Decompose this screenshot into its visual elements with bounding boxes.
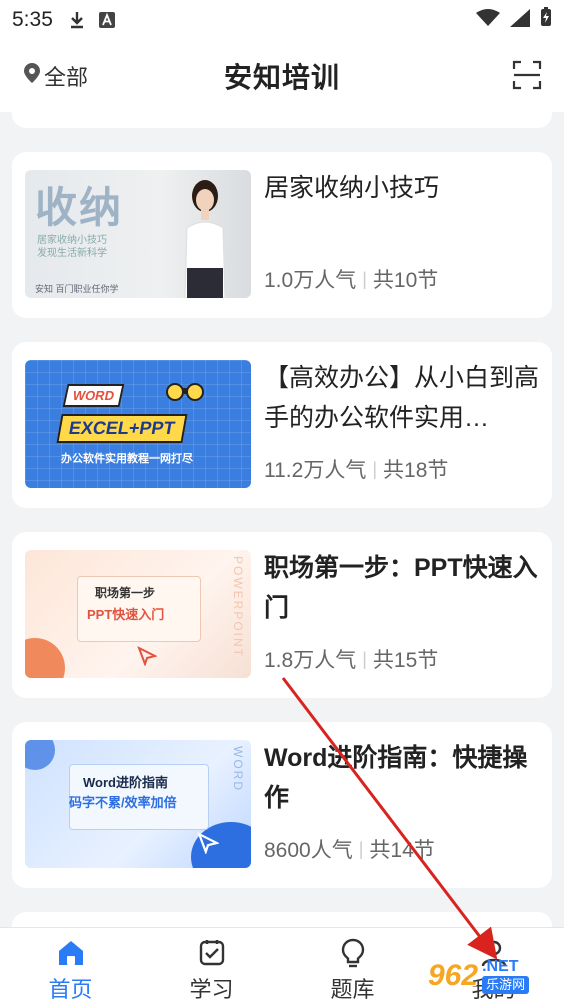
bulb-icon xyxy=(341,938,364,968)
course-card[interactable]: 收纳 居家收纳小技巧 发现生活新科学 安知 百门职业任你学 居家收纳小技巧 1.… xyxy=(12,152,552,318)
thumb-subheading: 码字不累/效率加倍 xyxy=(69,795,177,810)
course-lessons: 共15节 xyxy=(372,649,439,672)
course-popularity: 8600人气 xyxy=(264,839,353,862)
course-thumbnail: Word进阶指南 码字不累/效率加倍 WORD xyxy=(25,740,251,868)
app-header: 全部 安知培训 xyxy=(0,40,564,112)
course-thumbnail: 收纳 居家收纳小技巧 发现生活新科学 安知 百门职业任你学 xyxy=(25,170,251,298)
page-title: 安知培训 xyxy=(223,62,340,93)
course-card[interactable]: 职场第一步 PPT快速入门 POWERPOINT 职场第一步：PPT快速入门 1… xyxy=(12,532,552,698)
course-title: 居家收纳小技巧 xyxy=(264,174,440,202)
cursor-icon xyxy=(137,646,157,666)
nav-home[interactable]: 首页 xyxy=(0,928,141,1004)
nav-label: 题库 xyxy=(330,977,375,1002)
thumb-heading: Word进阶指南 xyxy=(83,775,168,790)
course-popularity: 1.0万人气 xyxy=(264,269,357,292)
course-meta: 1.0万人气 | 共10节 xyxy=(264,264,438,294)
course-meta: 1.8万人气 | 共15节 xyxy=(264,644,438,674)
thumb-subtitle: 居家收纳小技巧 发现生活新科学 xyxy=(37,235,107,259)
location-selector[interactable]: 全部 xyxy=(24,60,88,92)
course-title: Word进阶指南：快捷操作 xyxy=(264,744,528,812)
nav-question-bank[interactable]: 题库 xyxy=(282,928,423,1004)
site-watermark: 962 .NET 乐游网 xyxy=(428,952,560,1000)
study-icon xyxy=(199,940,224,966)
thumb-excel-badge: EXCEL+PPT xyxy=(56,414,188,443)
watermark-site-name: 乐游网 xyxy=(482,976,530,994)
home-icon xyxy=(58,941,83,965)
course-list[interactable]: 收纳 居家收纳小技巧 发现生活新科学 安知 百门职业任你学 居家收纳小技巧 1.… xyxy=(0,112,564,927)
course-lessons: 共14节 xyxy=(369,839,435,862)
course-popularity: 1.8万人气 xyxy=(264,649,357,672)
meta-divider: | xyxy=(358,838,364,859)
thumb-side-text: WORD xyxy=(231,746,245,792)
wifi-icon xyxy=(476,7,500,33)
meta-divider: | xyxy=(362,648,367,669)
course-thumbnail: WORD EXCEL+PPT 办公软件实用教程一网打尽 xyxy=(25,360,251,488)
nav-study[interactable]: 学习 xyxy=(141,928,282,1004)
scan-icon[interactable] xyxy=(512,60,542,90)
battery-icon xyxy=(540,7,552,33)
status-bar: 5:35 xyxy=(0,0,564,40)
thumb-word-badge: WORD xyxy=(62,384,125,407)
signal-icon xyxy=(510,7,530,33)
status-time: 5:35 xyxy=(12,8,53,31)
course-meta: 8600人气 | 共14节 xyxy=(264,834,435,864)
download-icon xyxy=(69,11,85,29)
course-card[interactable]: WORD EXCEL+PPT 办公软件实用教程一网打尽 【高效办公】从小白到高手… xyxy=(12,342,552,508)
course-meta: 11.2万人气 | 共18节 xyxy=(264,454,448,484)
course-popularity: 11.2万人气 xyxy=(264,459,367,482)
meta-divider: | xyxy=(362,268,367,289)
presenter-image xyxy=(184,180,226,298)
thumb-heading: 收纳 xyxy=(35,184,124,231)
app-notification-icon xyxy=(98,12,115,28)
course-title: 【高效办公】从小白到高手的办公软件实用… xyxy=(264,364,540,432)
meta-divider: | xyxy=(372,458,378,479)
watermark-domain: .NET xyxy=(482,958,519,975)
thumb-subheading: PPT快速入门 xyxy=(87,607,165,622)
course-card-partial[interactable] xyxy=(12,912,552,927)
watermark-logo: 962 xyxy=(428,959,479,992)
thumb-side-text: POWERPOINT xyxy=(231,556,245,659)
nav-label: 首页 xyxy=(48,977,93,1002)
thumb-heading: 职场第一步 xyxy=(95,586,156,600)
location-label: 全部 xyxy=(44,65,89,90)
course-card[interactable]: Word进阶指南 码字不累/效率加倍 WORD Word进阶指南：快捷操作 86… xyxy=(12,722,552,888)
course-card-partial[interactable] xyxy=(12,112,552,128)
nav-label: 学习 xyxy=(189,977,234,1002)
course-lessons: 共18节 xyxy=(383,459,449,482)
cursor-icon xyxy=(197,832,219,854)
thumb-footer: 安知 百门职业任你学 xyxy=(35,284,119,294)
course-lessons: 共10节 xyxy=(372,269,439,292)
course-title: 职场第一步：PPT快速入门 xyxy=(264,554,538,622)
location-pin-icon xyxy=(24,63,40,89)
course-thumbnail: 职场第一步 PPT快速入门 POWERPOINT xyxy=(25,550,251,678)
thumb-caption: 办公软件实用教程一网打尽 xyxy=(61,453,193,465)
binoculars-icon xyxy=(166,383,204,401)
